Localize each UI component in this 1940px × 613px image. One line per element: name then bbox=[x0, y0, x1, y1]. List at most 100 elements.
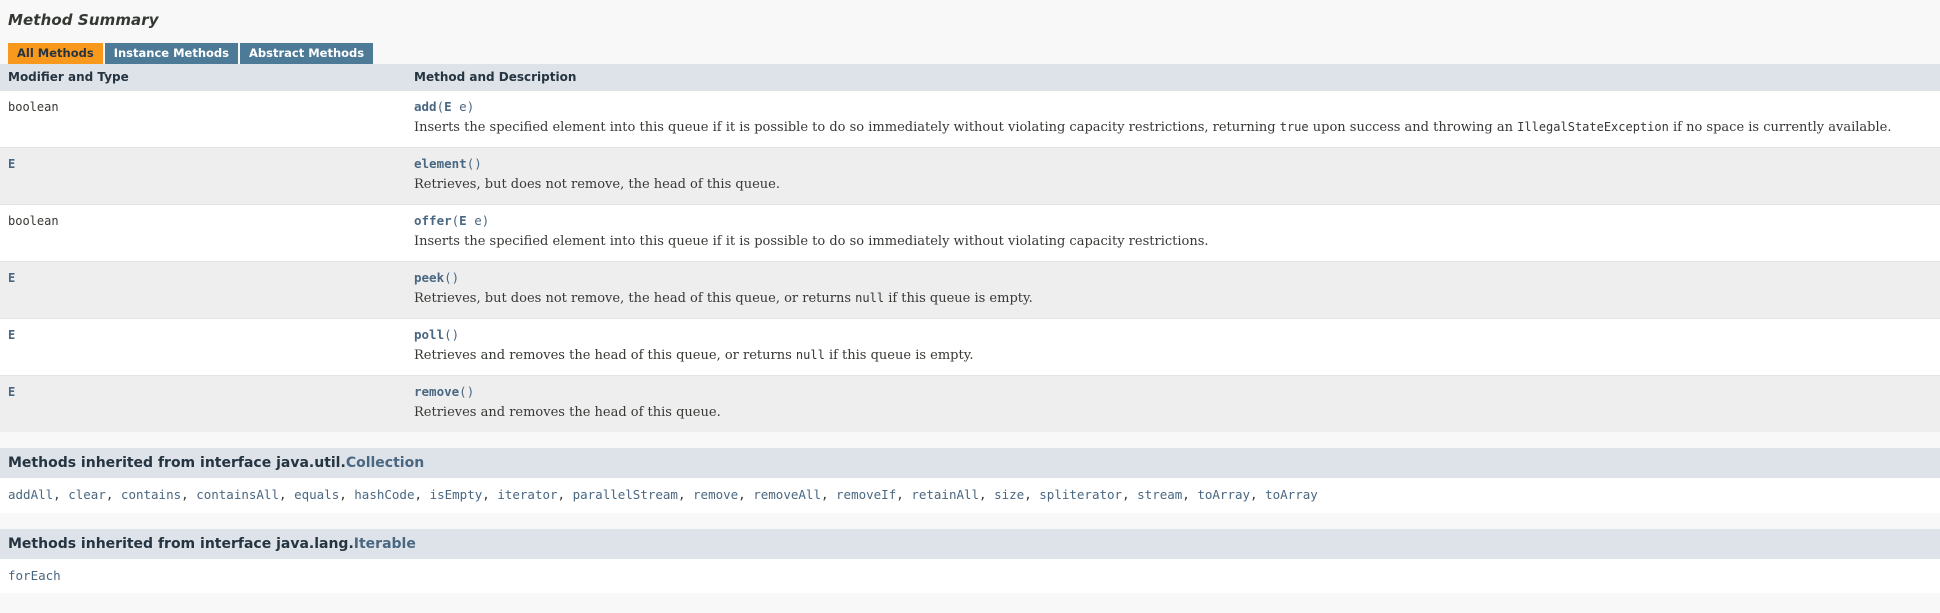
method-description: Inserts the specified element into this … bbox=[414, 119, 1936, 137]
method-description: Inserts the specified element into this … bbox=[414, 233, 1936, 251]
inherited-method-link[interactable]: equals bbox=[294, 487, 339, 502]
list-separator: , bbox=[896, 487, 912, 503]
table-row: boolean offer(E e) Inserts the specified e… bbox=[0, 204, 1940, 262]
table-row: Epeek() Retrieves, but does not remove, t… bbox=[0, 261, 1940, 319]
parameter-name: e bbox=[451, 99, 467, 114]
cell-method-and-description: add(E e) Inserts the specified element in… bbox=[406, 89, 1940, 148]
tab-all-methods[interactable]: All Methods bbox=[8, 43, 103, 64]
method-link[interactable]: offer bbox=[414, 213, 452, 228]
list-separator: , bbox=[677, 487, 694, 503]
method-link[interactable]: element bbox=[414, 156, 467, 171]
list-separator: , bbox=[279, 487, 295, 503]
list-separator: , bbox=[53, 487, 69, 503]
paren-open: ( bbox=[459, 384, 467, 400]
method-summary-table: Modifier and Type Method and Description… bbox=[0, 64, 1940, 433]
inherited-methods-container: Methods inherited from interface java.ut… bbox=[0, 448, 1940, 594]
cell-modifier-and-type: E bbox=[0, 147, 406, 205]
inline-code: true bbox=[1279, 119, 1309, 134]
description-text: if this queue is empty. bbox=[884, 291, 1033, 307]
method-description: Retrieves, but does not remove, the head… bbox=[414, 290, 1936, 308]
inherited-header-prefix: Methods inherited from interface java.la… bbox=[8, 535, 354, 552]
method-signature: add(E e) bbox=[414, 99, 1936, 116]
method-signature: element() bbox=[414, 156, 1936, 173]
paren-close: ) bbox=[481, 213, 490, 229]
modifier-type-text: E bbox=[8, 271, 16, 286]
inherited-method-link[interactable]: isEmpty bbox=[430, 487, 483, 502]
list-separator: , bbox=[482, 487, 498, 503]
list-separator: , bbox=[1250, 487, 1266, 503]
inherited-method-link[interactable]: addAll bbox=[8, 487, 53, 502]
cell-modifier-and-type: E bbox=[0, 318, 406, 376]
cell-modifier-and-type: E bbox=[0, 375, 406, 433]
method-filter-tabs: All Methods Instance Methods Abstract Meth… bbox=[8, 43, 1940, 64]
description-text: Retrieves and removes the head of this q… bbox=[414, 348, 796, 364]
inherited-method-link[interactable]: removeAll bbox=[753, 487, 821, 502]
inherited-method-link[interactable]: toArray bbox=[1197, 487, 1250, 502]
inherited-methods-list: addAll, clear, contains, containsAll, eq… bbox=[0, 478, 1940, 513]
method-signature: poll() bbox=[414, 327, 1936, 344]
parameter-type[interactable]: E bbox=[444, 99, 452, 114]
inherited-methods-block: Methods inherited from interface java.la… bbox=[0, 528, 1940, 594]
page-title: Method Summary bbox=[8, 11, 159, 29]
method-signature: offer(E e) bbox=[414, 213, 1936, 230]
inherited-method-link[interactable]: parallelStream bbox=[573, 487, 678, 502]
list-separator: , bbox=[414, 487, 430, 503]
method-description: Retrieves, but does not remove, the head… bbox=[414, 176, 1936, 194]
tab-instance-methods[interactable]: Instance Methods bbox=[104, 43, 238, 64]
list-separator: , bbox=[1024, 487, 1040, 503]
inherited-methods-list: forEach bbox=[0, 558, 1940, 594]
inline-code: null bbox=[855, 291, 885, 306]
method-link[interactable]: add bbox=[414, 99, 437, 114]
inherited-method-link[interactable]: hashCode bbox=[354, 487, 414, 502]
description-text: if no space is currently available. bbox=[1668, 119, 1892, 135]
inherited-method-link[interactable]: forEach bbox=[8, 568, 61, 583]
method-description: Retrieves and removes the head of this q… bbox=[414, 404, 1936, 422]
modifier-type-text: boolean bbox=[8, 100, 59, 114]
inline-code: null bbox=[795, 348, 825, 363]
inherited-method-link[interactable]: stream bbox=[1137, 487, 1182, 502]
description-text: Retrieves and removes the head of this q… bbox=[414, 405, 721, 421]
inherited-method-link[interactable]: contains bbox=[121, 487, 181, 502]
tab-abstract-methods[interactable]: Abstract Methods bbox=[239, 43, 374, 64]
modifier-type-text: E bbox=[8, 385, 16, 400]
inherited-method-link[interactable]: retainAll bbox=[911, 487, 979, 502]
inherited-interface-link[interactable]: Collection bbox=[346, 455, 424, 471]
inherited-method-link[interactable]: removeIf bbox=[836, 487, 896, 502]
paren-close: ) bbox=[474, 156, 482, 172]
inline-code: IllegalStateException bbox=[1517, 119, 1669, 134]
description-text: Retrieves, but does not remove, the head… bbox=[414, 291, 856, 307]
inherited-method-link[interactable]: containsAll bbox=[196, 487, 279, 502]
modifier-type-text: E bbox=[8, 328, 16, 343]
cell-modifier-and-type: boolean bbox=[0, 89, 406, 148]
inherited-method-link[interactable]: remove bbox=[693, 487, 738, 502]
cell-method-and-description: remove() Retrieves and removes the head o… bbox=[406, 375, 1940, 433]
list-separator: , bbox=[738, 487, 754, 503]
paren-open: ( bbox=[444, 270, 452, 286]
inherited-method-link[interactable]: spliterator bbox=[1039, 487, 1122, 502]
method-link[interactable]: peek bbox=[414, 270, 444, 285]
method-link[interactable]: remove bbox=[414, 384, 459, 399]
list-separator: , bbox=[339, 487, 355, 503]
inherited-header-prefix: Methods inherited from interface java.ut… bbox=[8, 455, 346, 472]
inherited-method-link[interactable]: iterator bbox=[497, 487, 557, 502]
inherited-method-link[interactable]: toArray bbox=[1265, 487, 1318, 502]
inherited-method-link[interactable]: clear bbox=[68, 487, 106, 502]
cell-method-and-description: peek() Retrieves, but does not remove, th… bbox=[406, 261, 1940, 319]
paren-close: ) bbox=[466, 99, 475, 114]
inherited-method-link[interactable]: size bbox=[994, 487, 1024, 502]
table-row: Eelement() Retrieves, but does not remove… bbox=[0, 147, 1940, 205]
cell-method-and-description: offer(E e) Inserts the specified element … bbox=[406, 204, 1940, 262]
parameter-name: e bbox=[466, 213, 482, 229]
parameter-type[interactable]: E bbox=[459, 213, 467, 228]
modifier-type-text: boolean bbox=[8, 214, 59, 229]
method-signature: remove() bbox=[414, 384, 1936, 401]
modifier-type-text: E bbox=[8, 157, 16, 172]
paren-close: ) bbox=[451, 270, 460, 286]
inherited-interface-link[interactable]: Iterable bbox=[354, 536, 416, 552]
cell-modifier-and-type: boolean bbox=[0, 204, 406, 262]
description-text: upon success and throwing an bbox=[1308, 119, 1518, 135]
method-link[interactable]: poll bbox=[414, 327, 444, 342]
cell-method-and-description: element() Retrieves, but does not remove,… bbox=[406, 147, 1940, 205]
list-separator: , bbox=[820, 487, 837, 503]
column-header-modifier-and-type: Modifier and Type bbox=[0, 64, 406, 91]
